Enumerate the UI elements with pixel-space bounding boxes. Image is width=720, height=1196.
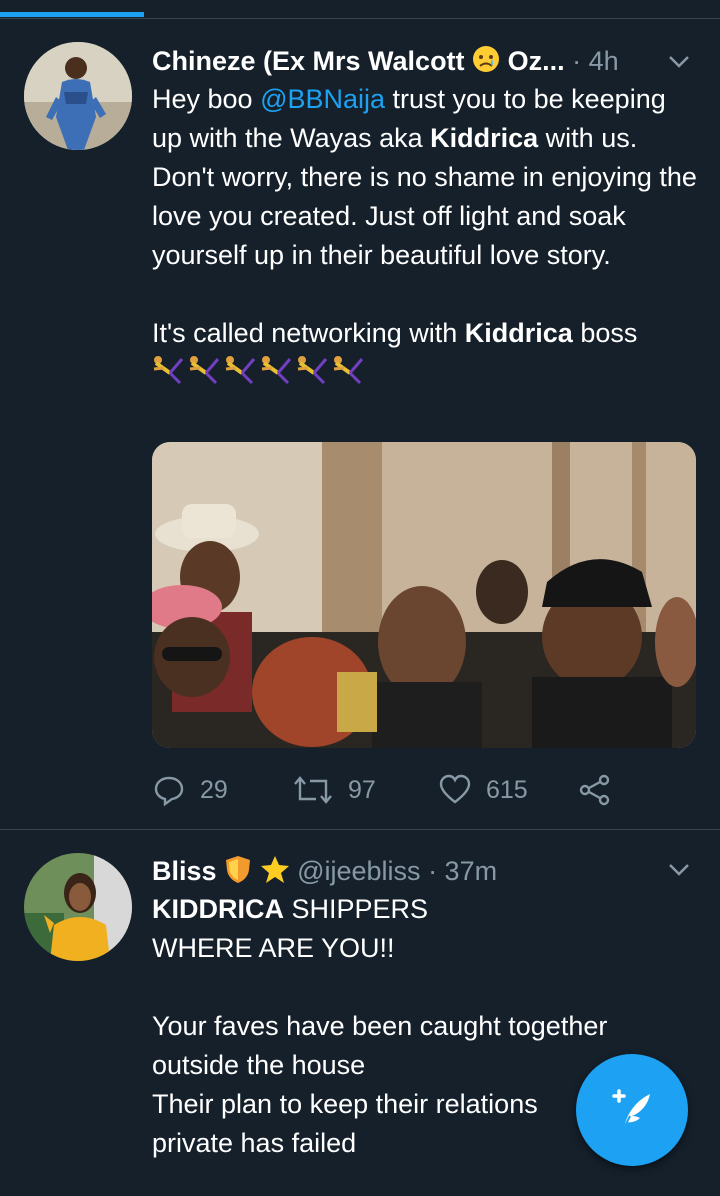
compose-tweet-button[interactable] — [576, 1054, 688, 1166]
heart-icon — [439, 774, 471, 804]
share-button[interactable] — [578, 770, 626, 810]
tweet-header: Bliss @ijeebliss · 37m — [152, 854, 497, 892]
author-name[interactable]: Bliss — [152, 856, 217, 886]
like-button[interactable]: 615 — [438, 770, 528, 810]
shield-icon — [224, 854, 252, 892]
chevron-down-icon[interactable] — [666, 856, 692, 882]
user-handle[interactable]: @ijeebliss — [297, 856, 420, 886]
star-icon — [260, 854, 290, 892]
tweet-divider — [0, 829, 720, 830]
tweet-text: Hey boo @BBNaija trust you to be keeping… — [152, 80, 697, 392]
chevron-down-icon[interactable] — [666, 48, 692, 74]
avatar[interactable] — [24, 42, 132, 150]
author-name-suffix: Oz... — [507, 46, 565, 76]
crying-face-icon — [472, 45, 500, 81]
compose-tweet-icon — [612, 1089, 650, 1129]
tweet-actions: 29 97 615 — [152, 770, 712, 810]
author-name[interactable]: Chineze (Ex Mrs Walcott — [152, 46, 465, 76]
tweet-header: Chineze (Ex Mrs Walcott Oz... · 4h — [152, 44, 619, 81]
avatar[interactable] — [24, 853, 132, 961]
like-count: 615 — [486, 775, 528, 804]
timestamp: · 4h — [572, 46, 619, 76]
timestamp: · 37m — [428, 856, 498, 887]
hashtag-kiddrica: Kiddrica — [430, 123, 539, 153]
reply-button[interactable]: 29 — [152, 770, 228, 810]
retweet-count: 97 — [348, 775, 376, 804]
tab-bar — [0, 0, 720, 19]
reply-count: 29 — [200, 775, 228, 804]
emoji-row — [152, 353, 697, 392]
retweet-button[interactable]: 97 — [292, 770, 376, 810]
mention-link[interactable]: @BBNaija — [260, 84, 385, 114]
share-icon — [579, 774, 610, 806]
active-tab-indicator — [0, 12, 144, 17]
reply-icon — [154, 776, 184, 807]
cartwheel-icon — [153, 354, 364, 385]
tweet-media-image[interactable] — [152, 442, 696, 748]
retweet-icon — [294, 776, 332, 804]
